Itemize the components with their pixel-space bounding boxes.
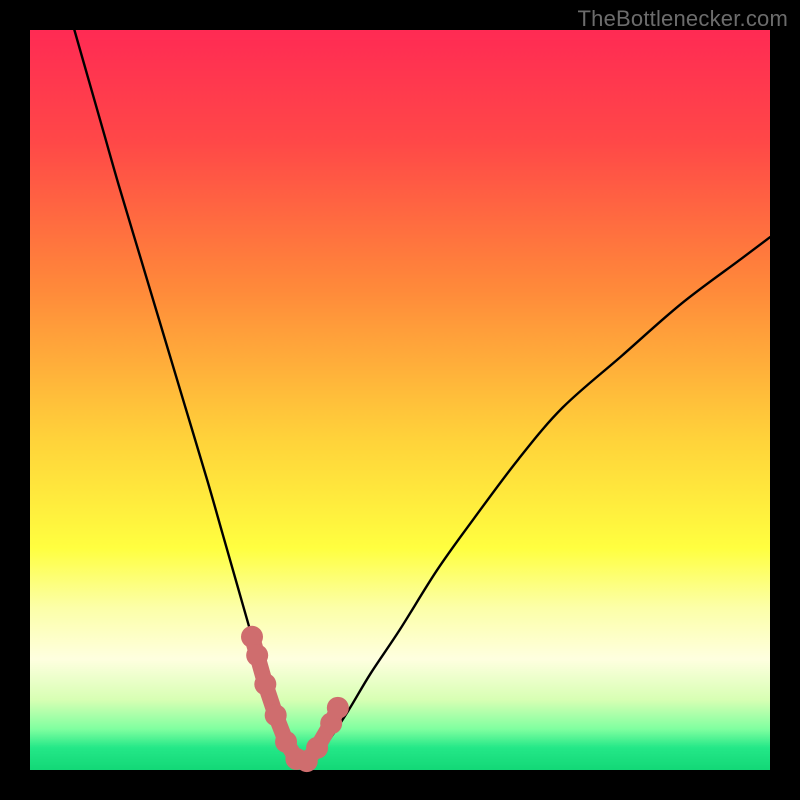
marker-dot xyxy=(241,626,263,648)
chart-svg-layer xyxy=(30,30,770,770)
marker-dot xyxy=(306,737,328,759)
marker-dot xyxy=(327,697,349,719)
bottleneck-curve xyxy=(74,30,770,765)
marker-group xyxy=(241,626,349,772)
watermark-text: TheBottlenecker.com xyxy=(578,6,788,32)
marker-dot xyxy=(265,704,287,726)
marker-dot xyxy=(246,644,268,666)
marker-dot xyxy=(254,673,276,695)
